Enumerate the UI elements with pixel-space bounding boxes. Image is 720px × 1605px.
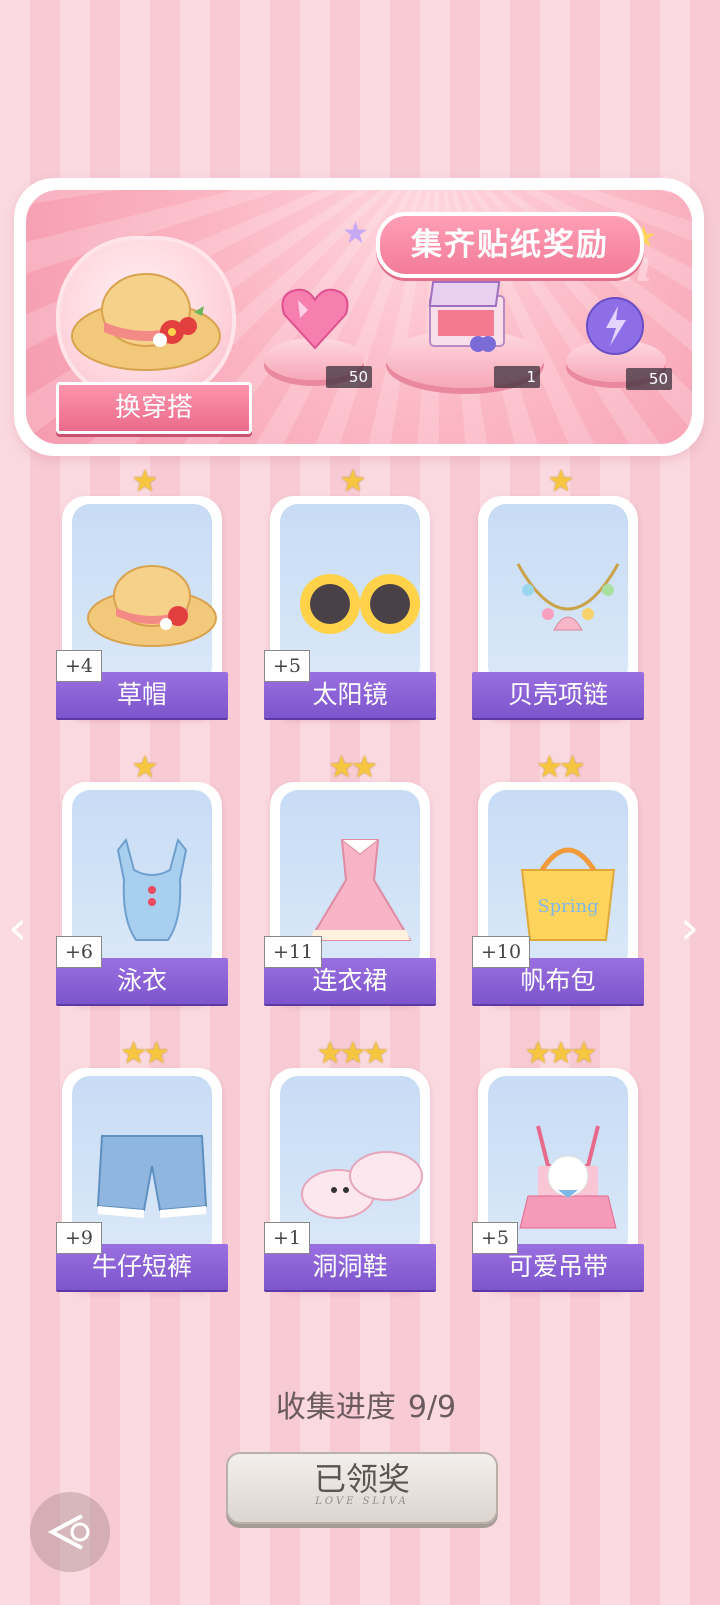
reward-panel-background: Redeem ★ ★ 集齐贴纸奖励 换穿搭 50 bbox=[26, 190, 692, 444]
card-art-background bbox=[488, 504, 628, 684]
claimed-button-subtitle: LOVE SLIVA bbox=[315, 1496, 409, 1507]
item-card[interactable]: 太阳镜 +5 ★ bbox=[264, 464, 436, 718]
star-rating-icon: ★★ bbox=[536, 750, 586, 785]
back-arrow-icon bbox=[47, 1514, 90, 1550]
cami-top-icon bbox=[519, 1125, 617, 1229]
change-outfit-button[interactable]: 换穿搭 bbox=[56, 382, 252, 434]
card-frame: Spring 帆布包 +10 bbox=[472, 782, 644, 1004]
star-rating-icon: ★ bbox=[547, 464, 575, 499]
bonus-badge: +1 bbox=[264, 1222, 311, 1254]
star-rating-icon: ★ bbox=[339, 464, 367, 499]
swimsuit-icon bbox=[116, 837, 188, 941]
card-frame: 太阳镜 +5 bbox=[264, 496, 436, 718]
star-rating-icon: ★★★ bbox=[524, 1036, 598, 1071]
bonus-badge: +9 bbox=[56, 1222, 103, 1254]
item-card[interactable]: 牛仔短裤 +9 ★★ bbox=[56, 1036, 228, 1290]
item-card[interactable]: Spring 帆布包 +10 ★★ bbox=[472, 750, 644, 1004]
reward-count: 1 bbox=[494, 366, 540, 388]
star-rating-icon: ★★ bbox=[120, 1036, 170, 1071]
bonus-badge: +10 bbox=[472, 936, 531, 968]
progress-label: 收集进度 bbox=[275, 1390, 396, 1425]
item-card[interactable]: 泳衣 +6 ★ bbox=[56, 750, 228, 1004]
card-frame: 牛仔短裤 +9 bbox=[56, 1068, 228, 1290]
main-prize-bubble[interactable] bbox=[56, 236, 236, 402]
star-rating-icon: ★★ bbox=[328, 750, 378, 785]
gift-box-icon bbox=[428, 281, 505, 352]
star-rating-icon: ★ bbox=[131, 750, 159, 785]
reward-title: 集齐贴纸奖励 bbox=[376, 212, 644, 278]
item-card[interactable]: 贝壳项链 ★ bbox=[472, 464, 644, 718]
claimed-button[interactable]: 已领奖 LOVE SLIVA bbox=[226, 1452, 498, 1524]
bonus-badge: +11 bbox=[264, 936, 323, 968]
reward-count: 50 bbox=[326, 366, 372, 388]
straw-hat-icon bbox=[87, 565, 217, 647]
reward-panel: Redeem ★ ★ 集齐贴纸奖励 换穿搭 50 bbox=[14, 178, 704, 456]
item-card[interactable]: 草帽 +4 ★ bbox=[56, 464, 228, 718]
sunglasses-icon bbox=[300, 574, 420, 634]
item-name: 贝壳项链 bbox=[472, 672, 644, 718]
card-frame: 草帽 +4 bbox=[56, 496, 228, 718]
purple-energy-orb-icon bbox=[586, 297, 644, 355]
svg-text:Spring: Spring bbox=[537, 896, 598, 917]
card-frame: 可爱吊带 +5 bbox=[472, 1068, 644, 1290]
item-card[interactable]: 可爱吊带 +5 ★★★ bbox=[472, 1036, 644, 1290]
card-frame: 连衣裙 +11 bbox=[264, 782, 436, 1004]
clogs-icon bbox=[301, 1151, 423, 1219]
bonus-badge: +5 bbox=[472, 1222, 519, 1254]
reward-count: 50 bbox=[626, 368, 672, 390]
pink-heart-gem-icon bbox=[281, 288, 349, 350]
prev-page-arrow-icon[interactable]: ‹ bbox=[8, 900, 27, 956]
next-page-arrow-icon[interactable]: › bbox=[680, 900, 699, 956]
item-card[interactable]: 连衣裙 +11 ★★ bbox=[264, 750, 436, 1004]
back-button[interactable] bbox=[30, 1492, 110, 1572]
bonus-badge: +6 bbox=[56, 936, 103, 968]
star-rating-icon: ★ bbox=[131, 464, 159, 499]
denim-shorts-icon bbox=[96, 1135, 208, 1218]
card-frame: 泳衣 +6 bbox=[56, 782, 228, 1004]
card-frame: 洞洞鞋 +1 bbox=[264, 1068, 436, 1290]
progress-value: 9/9 bbox=[407, 1390, 457, 1425]
bonus-badge: +5 bbox=[264, 650, 311, 682]
straw-hat-icon bbox=[71, 273, 221, 371]
star-decoration-icon: ★ bbox=[342, 216, 369, 251]
shell-necklace-icon bbox=[516, 563, 620, 631]
bonus-badge: +4 bbox=[56, 650, 103, 682]
collection-progress: 收集进度 9/9 bbox=[0, 1382, 720, 1426]
card-frame: 贝壳项链 bbox=[472, 496, 644, 718]
item-card[interactable]: 洞洞鞋 +1 ★★★ bbox=[264, 1036, 436, 1290]
star-rating-icon: ★★★ bbox=[316, 1036, 390, 1071]
